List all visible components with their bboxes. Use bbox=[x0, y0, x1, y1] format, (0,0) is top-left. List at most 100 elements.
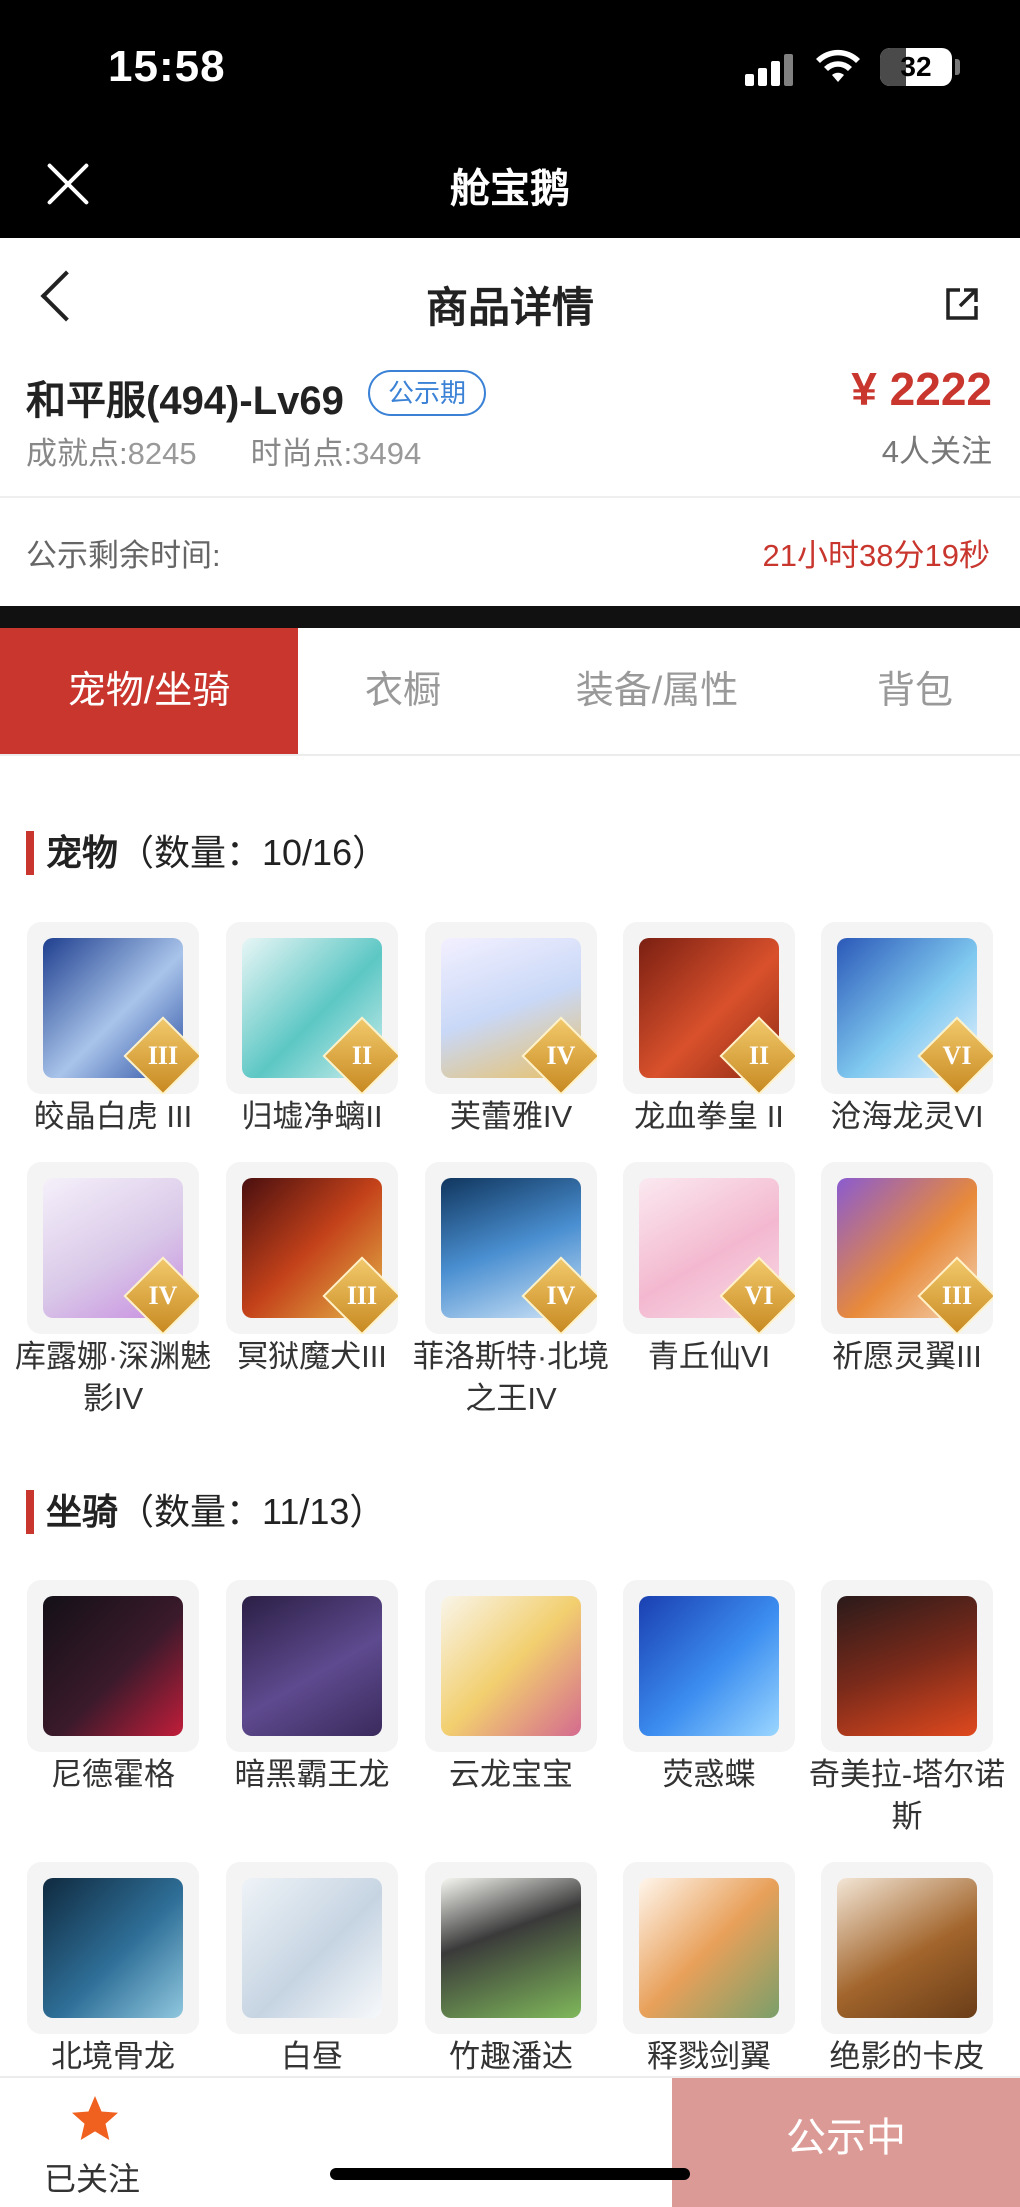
fashion-label: 时尚点: bbox=[250, 436, 353, 471]
status-button[interactable]: 公示中 bbox=[672, 2078, 1020, 2207]
tab-wardrobe[interactable]: 衣橱 bbox=[298, 628, 508, 754]
mount-name: 白昼 bbox=[281, 2039, 343, 2074]
tier-label: III bbox=[147, 1041, 179, 1070]
pet-item[interactable]: II 龙血拳皇 II bbox=[623, 922, 795, 1138]
mount-image bbox=[837, 1596, 977, 1736]
pet-name: 祈愿灵翼III bbox=[832, 1339, 982, 1374]
pet-item[interactable]: VI 青丘仙VI bbox=[623, 1162, 795, 1378]
section-separator bbox=[0, 606, 1020, 628]
star-icon[interactable] bbox=[70, 2094, 120, 2144]
mounts-count: （数量：11/13） bbox=[118, 1491, 386, 1532]
pet-name: 归墟净螭II bbox=[241, 1099, 383, 1134]
mounts-title: 坐骑 bbox=[46, 1491, 119, 1532]
mount-thumbnail bbox=[226, 1862, 398, 2034]
countdown-value: 21小时38分19秒 bbox=[762, 538, 990, 573]
pet-name: 库露娜·深渊魅影IV bbox=[14, 1339, 212, 1416]
price: ¥ 2222 bbox=[851, 363, 992, 415]
tier-label: III bbox=[346, 1281, 378, 1310]
pet-item[interactable]: VI 沧海龙灵VI bbox=[821, 922, 993, 1138]
mount-item[interactable]: 奇美拉-塔尔诺斯 bbox=[809, 1580, 1005, 1838]
mount-item[interactable]: 尼德霍格 bbox=[27, 1580, 199, 1796]
pet-item[interactable]: III 皎晶白虎 III bbox=[27, 922, 199, 1138]
pet-item[interactable]: III 祈愿灵翼III bbox=[821, 1162, 993, 1378]
mount-name: 绝影的卡皮 bbox=[829, 2039, 985, 2074]
tab-equipment[interactable]: 装备/属性 bbox=[532, 628, 782, 754]
follow-label[interactable]: 已关注 bbox=[44, 2154, 140, 2200]
mount-image bbox=[639, 1878, 779, 2018]
achievement-label: 成就点: bbox=[26, 436, 128, 471]
achievement-value: 8245 bbox=[127, 436, 197, 471]
home-indicator bbox=[330, 2168, 690, 2180]
tier-label: VI bbox=[744, 1281, 774, 1310]
pet-thumbnail: III bbox=[226, 1162, 398, 1334]
mount-item[interactable]: 白昼 bbox=[226, 1862, 398, 2078]
mount-name: 竹趣潘达 bbox=[449, 2039, 573, 2074]
pet-thumbnail: II bbox=[623, 922, 795, 1094]
pet-thumbnail: VI bbox=[623, 1162, 795, 1334]
tab-backpack[interactable]: 背包 bbox=[820, 628, 1010, 754]
page-title: 商品详情 bbox=[425, 284, 594, 331]
app-bar: 舱宝鹅 bbox=[0, 130, 1020, 238]
mount-thumbnail bbox=[623, 1580, 795, 1752]
pet-item[interactable]: II 归墟净螭II bbox=[226, 922, 398, 1138]
mount-thumbnail bbox=[226, 1580, 398, 1752]
tab-pets-mounts[interactable]: 宠物/坐骑 bbox=[0, 628, 298, 754]
mount-image bbox=[43, 1596, 183, 1736]
wifi-icon bbox=[816, 49, 860, 82]
pet-name: 冥狱魔犬III bbox=[237, 1339, 387, 1374]
battery-level: 32 bbox=[900, 51, 932, 82]
mounts-section-title: 坐骑（数量：11/13） bbox=[26, 1490, 385, 1534]
mount-image bbox=[441, 1878, 581, 2018]
pets-title: 宠物 bbox=[46, 832, 119, 873]
pet-thumbnail: III bbox=[821, 1162, 993, 1334]
pet-name: 菲洛斯特·北境之王IV bbox=[412, 1339, 610, 1416]
pet-item[interactable]: IV 菲洛斯特·北境之王IV bbox=[413, 1162, 609, 1420]
pet-thumbnail: III bbox=[27, 922, 199, 1094]
mount-item[interactable]: 竹趣潘达 bbox=[425, 1862, 597, 2078]
pet-thumbnail: VI bbox=[821, 922, 993, 1094]
battery-icon: 32 bbox=[880, 48, 952, 86]
tier-label: IV bbox=[546, 1041, 576, 1070]
pet-name: 沧海龙灵VI bbox=[830, 1099, 984, 1134]
pets-count: （数量：10/16） bbox=[118, 832, 389, 873]
mount-thumbnail bbox=[821, 1580, 993, 1752]
mount-image bbox=[639, 1596, 779, 1736]
mount-item[interactable]: 云龙宝宝 bbox=[425, 1580, 597, 1796]
mount-item[interactable]: 绝影的卡皮 bbox=[821, 1862, 993, 2078]
mount-name: 释戮剑翼 bbox=[647, 2039, 771, 2074]
mount-image bbox=[441, 1596, 581, 1736]
pet-name: 皎晶白虎 III bbox=[33, 1099, 193, 1134]
tier-label: IV bbox=[148, 1281, 178, 1310]
pet-name: 龙血拳皇 II bbox=[634, 1099, 784, 1134]
nav-bar: 商品详情 bbox=[0, 238, 1020, 358]
countdown-label: 公示剩余时间: bbox=[26, 538, 221, 573]
cellular-signal-icon bbox=[745, 54, 797, 86]
mount-image bbox=[242, 1878, 382, 2018]
mount-image bbox=[242, 1596, 382, 1736]
tier-label: III bbox=[941, 1281, 973, 1310]
pet-item[interactable]: III 冥狱魔犬III bbox=[226, 1162, 398, 1378]
pet-item[interactable]: IV 芙蕾雅IV bbox=[425, 922, 597, 1138]
mount-item[interactable]: 释戮剑翼 bbox=[623, 1862, 795, 2078]
mount-item[interactable]: 荧惑蝶 bbox=[623, 1580, 795, 1796]
status-badge: 公示期 bbox=[368, 370, 487, 416]
mount-thumbnail bbox=[623, 1862, 795, 2034]
pet-thumbnail: II bbox=[226, 922, 398, 1094]
tier-label: VI bbox=[942, 1041, 972, 1070]
follower-count: 4人关注 bbox=[881, 434, 992, 469]
mount-item[interactable]: 北境骨龙 bbox=[27, 1862, 199, 2078]
mount-item[interactable]: 暗黑霸王龙 bbox=[226, 1580, 398, 1796]
share-icon[interactable] bbox=[944, 286, 980, 322]
product-stats: 成就点:8245 时尚点:3494 bbox=[26, 428, 421, 473]
pet-name: 青丘仙VI bbox=[647, 1339, 771, 1374]
pets-section-title: 宠物（数量：10/16） bbox=[26, 831, 388, 875]
pet-item[interactable]: IV 库露娜·深渊魅影IV bbox=[15, 1162, 211, 1420]
countdown-row: 公示剩余时间: 21小时38分19秒 bbox=[0, 498, 1020, 606]
product-info: 和平服(494)-Lv69 公示期 成就点:8245 时尚点:3494 ¥ 222… bbox=[0, 358, 1020, 496]
mount-name: 尼德霍格 bbox=[51, 1757, 175, 1792]
mount-image bbox=[43, 1878, 183, 2018]
mount-image bbox=[837, 1878, 977, 2018]
battery-cap bbox=[955, 59, 960, 75]
server-name: 和平服(494)-Lv69 bbox=[26, 379, 344, 423]
mount-name: 云龙宝宝 bbox=[449, 1757, 573, 1792]
